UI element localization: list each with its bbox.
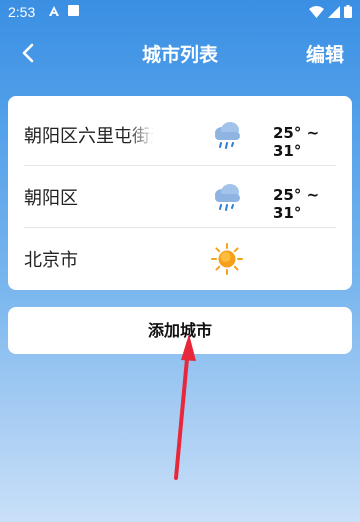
- signal-icon: [328, 5, 340, 18]
- city-name: 朝阳区: [24, 188, 78, 209]
- city-row[interactable]: 朝阳区 25° ~ 31°: [24, 166, 336, 228]
- city-name: 朝阳区六里屯街道: [24, 126, 154, 147]
- city-name: 北京市: [24, 250, 78, 271]
- wifi-icon: [309, 5, 324, 18]
- city-list-card: 朝阳区六里屯街道 25° ~ 31° 朝阳区 25° ~ 31° 北京市: [8, 96, 352, 290]
- city-row[interactable]: 北京市: [24, 228, 336, 290]
- edit-button[interactable]: 编辑: [306, 40, 344, 67]
- sun-icon: [211, 243, 243, 275]
- temperature-range: 25° ~ 31°: [273, 186, 320, 222]
- status-bar: 2:53: [0, 0, 360, 24]
- status-time: 2:53: [8, 4, 36, 20]
- status-indicators: [309, 5, 352, 18]
- city-row[interactable]: 朝阳区六里屯街道 25° ~ 31°: [24, 104, 336, 166]
- notification-a-icon: [49, 6, 59, 16]
- app-header: 城市列表 编辑: [0, 24, 360, 82]
- battery-icon: [344, 5, 352, 18]
- rain-cloud-icon: [215, 184, 240, 211]
- notification-box-icon: [68, 5, 79, 16]
- add-city-button[interactable]: 添加城市: [8, 307, 352, 354]
- temperature-range: 25° ~ 31°: [273, 124, 320, 160]
- rain-cloud-icon: [215, 122, 240, 149]
